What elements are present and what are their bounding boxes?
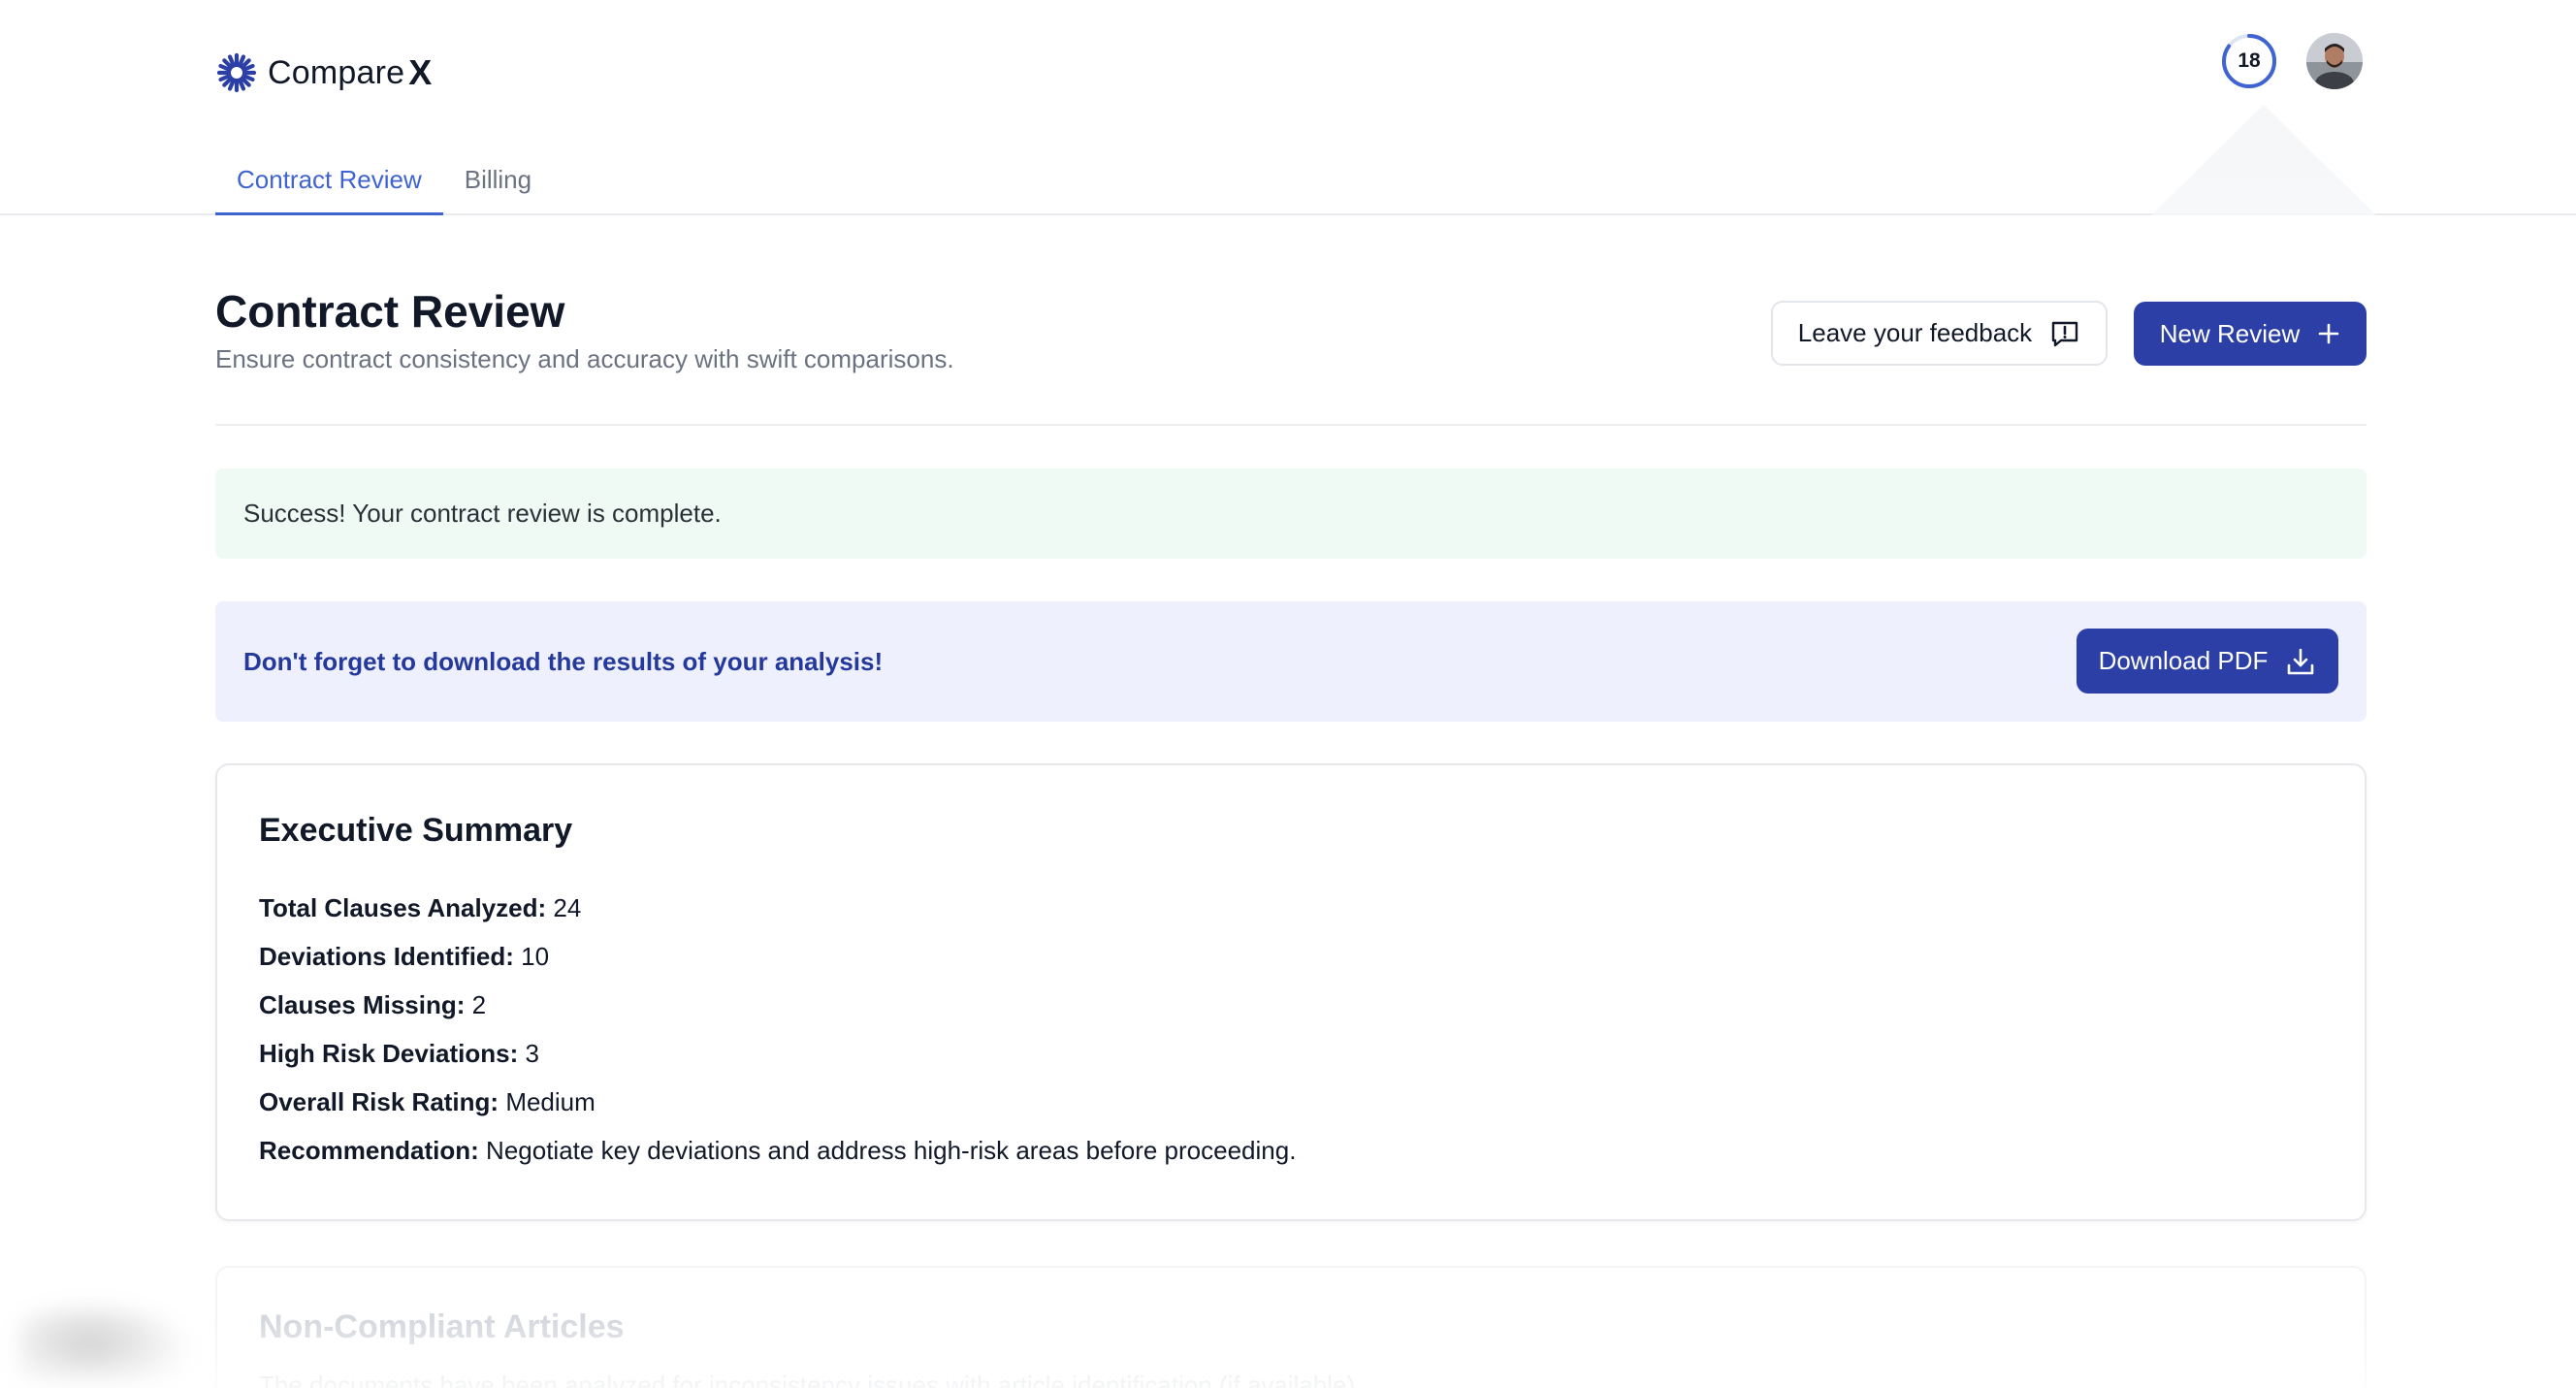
brand-name: Compare [268,53,405,91]
success-alert: Success! Your contract review is complet… [215,468,2367,559]
feedback-button-label: Leave your feedback [1797,318,2033,347]
app-logo[interactable]: Compare X [215,51,432,94]
asterisk-logo-icon [216,52,257,93]
summary-list: Total Clauses Analyzed: 24 Deviations Id… [259,884,1296,1175]
success-alert-text: Success! Your contract review is complet… [243,499,722,528]
summary-label: Total Clauses Analyzed: [259,893,547,922]
summary-row-total-clauses: Total Clauses Analyzed: 24 [259,884,1296,932]
summary-row-deviations: Deviations Identified: 10 [259,932,1296,981]
summary-label: Recommendation: [259,1136,479,1165]
summary-title: Executive Summary [259,812,573,849]
non-compliant-articles-card: Non-Compliant Articles The documents hav… [215,1266,2367,1388]
section-divider [215,424,2367,426]
tab-contract-review[interactable]: Contract Review [215,155,443,215]
download-reminder-alert: Don't forget to download the results of … [215,601,2367,722]
non-compliant-title: Non-Compliant Articles [259,1308,625,1345]
summary-label: Clauses Missing: [259,990,466,1019]
avatar-photo-icon [2306,33,2363,89]
brand-x-mark: X [408,52,433,92]
summary-row-clauses-missing: Clauses Missing: 2 [259,981,1296,1029]
download-reminder-text: Don't forget to download the results of … [243,646,884,676]
summary-value: 24 [553,893,582,922]
new-review-button[interactable]: New Review [2134,302,2367,366]
header-shade-decoration [2151,105,2376,215]
leave-feedback-button[interactable]: Leave your feedback [1771,301,2108,366]
blurred-overlay-decoration [19,1300,194,1388]
summary-value: Medium [505,1087,596,1116]
plus-icon [2318,323,2339,344]
header-actions: 18 [2221,33,2363,89]
summary-value: Negotiate key deviations and address hig… [486,1136,1297,1165]
download-icon [2288,648,2314,674]
tab-billing[interactable]: Billing [443,155,553,215]
page-subtitle: Ensure contract consistency and accuracy… [215,344,954,373]
summary-label: Deviations Identified: [259,942,514,971]
non-compliant-description: The documents have been analyzed for inc… [259,1371,1363,1388]
summary-value: 10 [521,942,550,971]
summary-row-recommendation: Recommendation: Negotiate key deviations… [259,1126,1296,1175]
credits-indicator[interactable]: 18 [2221,33,2277,89]
top-header: Compare X Contract Review Billing 18 [0,0,2576,215]
user-avatar[interactable] [2306,33,2363,89]
summary-value: 3 [525,1039,539,1068]
page: Compare X Contract Review Billing 18 Con… [0,0,2576,1388]
main-tabs: Contract Review Billing [215,155,553,215]
summary-value: 2 [471,990,487,1019]
page-title: Contract Review [215,286,565,337]
executive-summary-card: Executive Summary Total Clauses Analyzed… [215,763,2367,1221]
summary-label: High Risk Deviations: [259,1039,519,1068]
credits-count: 18 [2238,49,2261,72]
download-pdf-button[interactable]: Download PDF [2077,629,2338,694]
summary-label: Overall Risk Rating: [259,1087,499,1116]
summary-row-high-risk: High Risk Deviations: 3 [259,1029,1296,1078]
summary-row-risk-rating: Overall Risk Rating: Medium [259,1078,1296,1126]
download-pdf-label: Download PDF [2098,646,2269,675]
feedback-message-icon [2051,321,2078,346]
new-review-button-label: New Review [2159,318,2301,348]
